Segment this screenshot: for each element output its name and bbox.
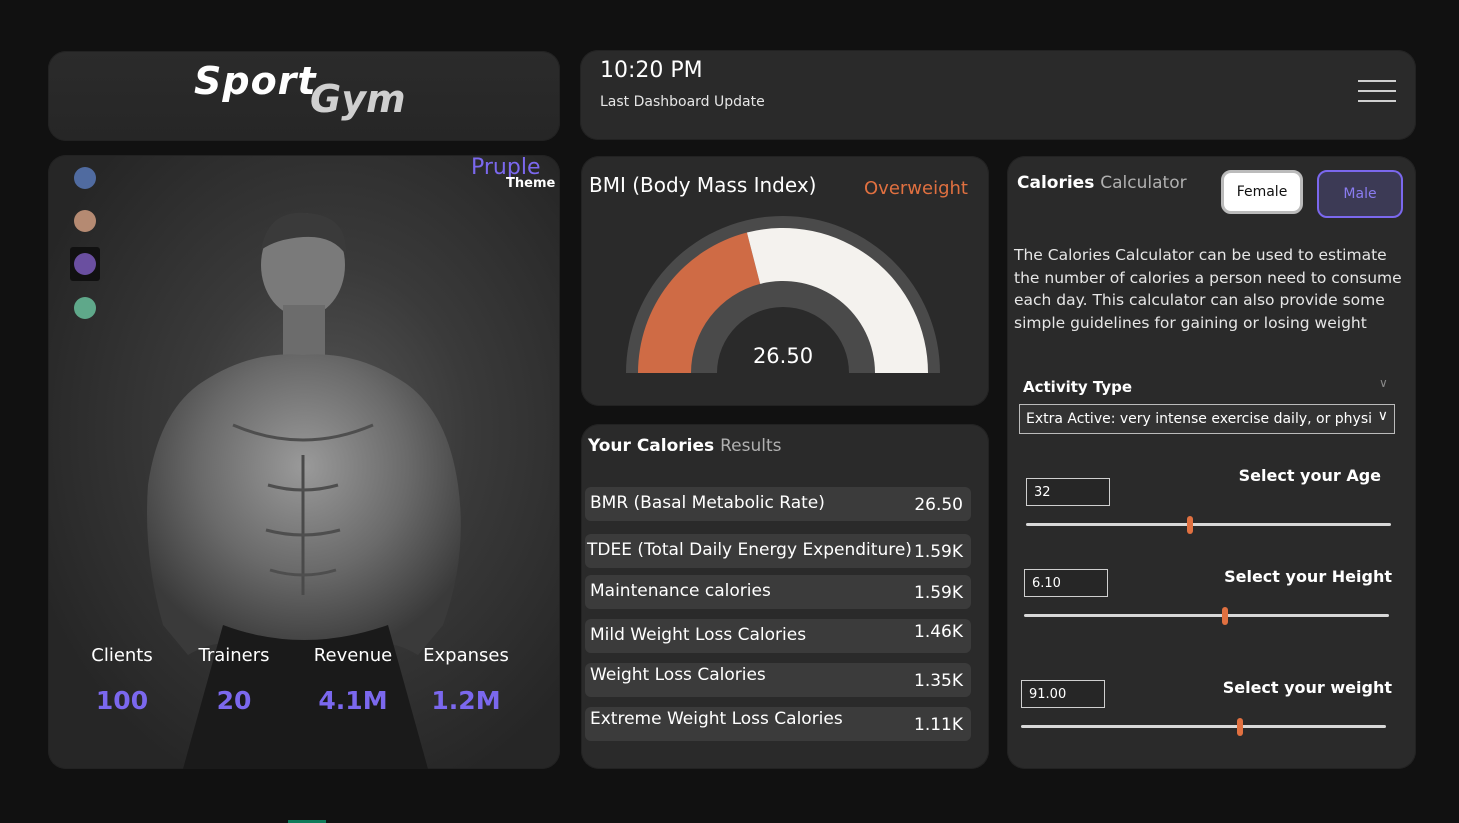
activity-type-label: Activity Type <box>1023 378 1133 396</box>
logo-word-gym: Gym <box>310 77 406 121</box>
weight-input[interactable]: 91.00 <box>1021 680 1105 708</box>
age-slider-track[interactable] <box>1026 523 1391 526</box>
logo-panel: Sport Gym <box>48 51 560 141</box>
bmi-gauge <box>626 216 940 373</box>
result-label: Maintenance calories <box>590 581 771 601</box>
result-label: Weight Loss Calories <box>590 665 766 685</box>
stat-clients-label: Clients <box>91 645 153 666</box>
calorie-results-panel: Your Calories Results BMR (Basal Metabol… <box>581 424 989 769</box>
hamburger-menu-icon[interactable] <box>1358 80 1396 104</box>
bmi-value: 26.50 <box>752 344 814 368</box>
result-value: 1.59K <box>914 583 963 603</box>
female-button[interactable]: Female <box>1221 170 1303 214</box>
header-panel: 10:20 PM Last Dashboard Update <box>580 50 1416 140</box>
stat-expanses: Expanses 1.2M <box>411 645 521 715</box>
stat-trainers: Trainers 20 <box>179 645 289 715</box>
stat-trainers-value: 20 <box>216 686 252 715</box>
stat-revenue-label: Revenue <box>313 645 393 666</box>
result-row-weight-loss: Weight Loss Calories 1.35K <box>585 663 971 697</box>
calculator-title-muted: Calculator <box>1100 173 1187 193</box>
result-value: 1.35K <box>914 671 963 691</box>
age-input[interactable]: 32 <box>1026 478 1110 506</box>
result-label: Extreme Weight Loss Calories <box>590 709 843 729</box>
age-slider-thumb[interactable] <box>1187 516 1194 534</box>
activity-type-select[interactable]: Extra Active: very intense exercise dail… <box>1019 404 1395 434</box>
stat-expanses-value: 1.2M <box>431 686 501 715</box>
calculator-title: Calories Calculator <box>1017 173 1187 193</box>
result-label: Mild Weight Loss Calories <box>590 625 807 645</box>
result-row-extreme-loss: Extreme Weight Loss Calories 1.11K <box>585 707 971 741</box>
calculator-title-main: Calories <box>1017 173 1095 193</box>
result-value: 26.50 <box>914 495 963 515</box>
calculator-description: The Calories Calculator can be used to e… <box>1014 246 1402 332</box>
stat-clients-value: 100 <box>95 686 149 715</box>
stat-trainers-label: Trainers <box>198 645 270 666</box>
stat-clients: Clients 100 <box>67 645 177 715</box>
stat-revenue-value: 4.1M <box>318 686 388 715</box>
height-slider-track[interactable] <box>1024 614 1389 617</box>
result-value: 1.59K <box>914 542 963 562</box>
results-title: Your Calories Results <box>588 436 781 456</box>
last-update-label: Last Dashboard Update <box>600 94 765 110</box>
logo-word-sport: Sport <box>194 59 317 103</box>
stat-revenue: Revenue 4.1M <box>298 645 408 715</box>
results-title-muted: Results <box>720 436 782 456</box>
height-input[interactable]: 6.10 <box>1024 569 1108 597</box>
result-label: TDEE (Total Daily Energy Expenditure) <box>587 540 912 560</box>
height-slider-thumb[interactable] <box>1221 607 1228 625</box>
weight-slider-thumb[interactable] <box>1237 718 1243 736</box>
result-value: 1.46K <box>914 622 963 642</box>
weight-slider-track[interactable] <box>1021 725 1386 728</box>
male-button[interactable]: Male <box>1317 170 1403 218</box>
result-row-bmr: BMR (Basal Metabolic Rate) 26.50 <box>585 487 971 521</box>
bmi-panel: BMI (Body Mass Index) Overweight 26.50 <box>581 156 989 406</box>
weight-slider-label: Select your weight <box>1222 678 1392 697</box>
chevron-down-icon[interactable]: ∨ <box>1379 376 1388 390</box>
result-row-maintenance: Maintenance calories 1.59K <box>585 575 971 609</box>
height-slider-label: Select your Height <box>1224 567 1392 586</box>
hero-panel: Pruple Theme Clients 100 Trainers 20 Rev… <box>48 155 560 769</box>
result-row-tdee: TDEE (Total Daily Energy Expenditure) 1.… <box>585 534 971 568</box>
results-title-main: Your Calories <box>588 436 715 456</box>
stat-expanses-label: Expanses <box>423 645 509 666</box>
result-label: BMR (Basal Metabolic Rate) <box>590 493 825 513</box>
current-time: 10:20 PM <box>600 58 703 83</box>
result-row-mild-loss: Mild Weight Loss Calories 1.46K <box>585 619 971 653</box>
calories-calculator-panel: Calories Calculator Female Male The Calo… <box>1007 156 1416 769</box>
age-slider-label: Select your Age <box>1238 466 1381 485</box>
activity-type-value: Extra Active: very intense exercise dail… <box>1026 411 1372 427</box>
chevron-down-icon: ∨ <box>1377 408 1388 424</box>
result-value: 1.11K <box>914 715 963 735</box>
